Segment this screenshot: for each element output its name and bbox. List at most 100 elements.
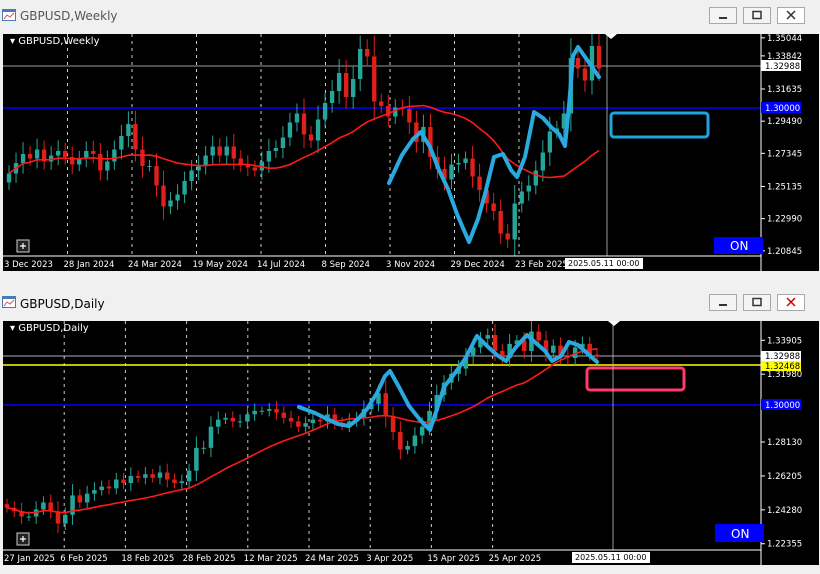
candle-body xyxy=(322,103,328,120)
candle-body xyxy=(252,167,258,171)
restore-icon xyxy=(752,10,762,20)
candle-body xyxy=(379,101,384,106)
candle-body xyxy=(259,410,265,412)
price-axis-label: 1.22990 xyxy=(767,215,802,225)
weekly-titlebar: GBPUSD,Weekly xyxy=(0,0,820,34)
candle-body xyxy=(463,158,468,163)
chart-symbol-label: ▾ GBPUSD,Daily xyxy=(10,323,89,334)
price-axis-label: 1.26205 xyxy=(767,472,802,482)
weekly-chart-window: GBPUSD,Weekly 1.35044 1.33842 1.31635 1.294… xyxy=(0,0,820,283)
time-axis-label: 24 Mar 2024 xyxy=(128,260,182,270)
price-axis-label: 1.31635 xyxy=(767,85,802,95)
candle-body xyxy=(168,200,173,207)
candle-body xyxy=(393,107,398,117)
window-title: GBPUSD,Weekly xyxy=(20,9,118,23)
daily-chart-area[interactable]: 1.33905 1.31980 1.28130 1.26205 1.24280 1.223… xyxy=(3,321,819,565)
candle-body xyxy=(310,419,316,424)
time-axis-label: 12 Mar 2025 xyxy=(244,554,298,564)
time-axis-label: 23 Feb 2025 xyxy=(515,260,568,270)
candle-body xyxy=(317,419,323,422)
candle-body xyxy=(237,421,243,423)
candle-body xyxy=(126,124,131,136)
candle-body xyxy=(230,417,236,422)
date-box-label: 2025.05.11 00:00 xyxy=(575,553,646,562)
close-icon xyxy=(786,297,796,307)
price-axis-label: 1.24280 xyxy=(767,506,802,516)
candle-body xyxy=(157,472,163,478)
candle-body xyxy=(150,474,155,478)
time-axis-label: 25 Apr 2025 xyxy=(489,554,542,564)
daily-zone-box[interactable] xyxy=(585,366,686,392)
candle-body xyxy=(6,173,12,183)
candle-body xyxy=(161,185,166,207)
candle-body xyxy=(91,151,96,154)
candle-body xyxy=(26,516,32,518)
candle-body xyxy=(358,49,363,79)
candle-body xyxy=(596,46,602,69)
candle-body xyxy=(77,495,83,503)
candle-body xyxy=(182,181,187,195)
candle-body xyxy=(20,154,26,163)
time-axis-label: 3 Nov 2024 xyxy=(386,260,435,270)
time-axis-label: 18 Feb 2025 xyxy=(121,554,174,564)
weekly-chart-area[interactable]: 1.35044 1.33842 1.31635 1.29490 1.27345 1.251… xyxy=(3,34,819,271)
candle-body xyxy=(63,514,68,524)
time-axis-label: 8 Sep 2024 xyxy=(322,260,370,270)
candle-body xyxy=(492,335,498,351)
candle-body xyxy=(407,109,412,123)
candle-body xyxy=(449,164,454,180)
level-price-label: 1.30000 xyxy=(765,401,800,411)
candle-body xyxy=(147,166,152,167)
candle-body xyxy=(154,166,159,186)
price-axis-label: 1.25135 xyxy=(767,182,802,192)
candle-body xyxy=(135,476,141,478)
time-axis-label: 29 Dec 2024 xyxy=(451,260,505,270)
close-button[interactable] xyxy=(777,7,805,24)
minimize-button[interactable] xyxy=(709,294,737,311)
weekly-candlestick-chart: 1.350441.338421.316351.294901.273451.251… xyxy=(3,34,802,271)
candle-body xyxy=(231,146,236,159)
window-title: GBPUSD,Daily xyxy=(20,297,105,311)
candle-body xyxy=(477,176,482,190)
candle-body xyxy=(210,146,215,156)
candle-body xyxy=(470,158,475,177)
moving-average-line xyxy=(6,348,598,514)
candle-body xyxy=(106,486,112,489)
price-axis-label: 1.22355 xyxy=(767,540,802,550)
candle-body xyxy=(224,146,229,156)
restore-button[interactable] xyxy=(743,7,771,24)
candle-body xyxy=(512,203,517,240)
close-button[interactable] xyxy=(777,294,805,311)
candle-body xyxy=(301,113,307,135)
restore-button[interactable] xyxy=(743,294,771,311)
candle-body xyxy=(547,131,553,153)
chart-window-icon xyxy=(2,9,16,21)
candle-body xyxy=(498,211,503,234)
candle-body xyxy=(456,163,461,165)
daily-titlebar: GBPUSD,Daily xyxy=(0,287,820,319)
candle-body xyxy=(201,447,206,449)
candle-body xyxy=(215,419,221,427)
candle-body xyxy=(540,152,545,171)
current-price-label: 1.32988 xyxy=(765,62,800,72)
candle-body xyxy=(55,151,61,156)
candle-body xyxy=(315,119,321,141)
minimize-button[interactable] xyxy=(709,7,737,24)
time-axis-label: 6 Feb 2025 xyxy=(60,554,107,564)
yellow-price-label: 1.32468 xyxy=(765,362,800,372)
candle-body xyxy=(383,393,389,417)
candle-body xyxy=(128,476,134,484)
candle-body xyxy=(114,479,119,489)
on-badge-label: ON xyxy=(730,239,748,253)
time-axis-label: 27 Jan 2025 xyxy=(4,554,55,564)
time-axis-label: 14 Jul 2024 xyxy=(257,260,305,270)
candle-body xyxy=(133,124,138,150)
candle-body xyxy=(112,149,117,162)
candle-body xyxy=(223,417,228,420)
candle-body xyxy=(288,417,294,422)
price-axis-label: 1.20845 xyxy=(767,247,802,257)
candle-body xyxy=(303,423,308,427)
weekly-zone-box[interactable] xyxy=(609,111,710,139)
candle-body xyxy=(575,58,581,69)
candle-body xyxy=(179,481,185,484)
